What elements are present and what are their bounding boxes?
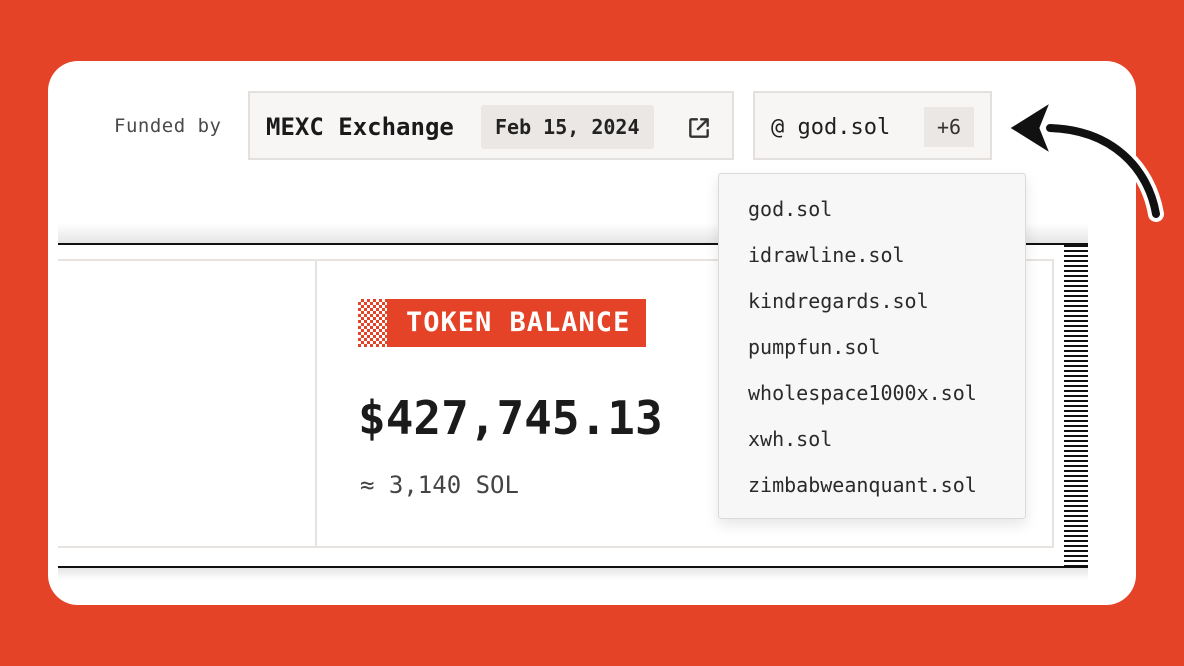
domain-selector[interactable]: @ god.sol +6	[753, 91, 992, 160]
curved-arrow-icon	[1003, 95, 1164, 222]
checker-pattern	[358, 299, 387, 347]
domain-option[interactable]: zimbabweanquant.sol	[719, 472, 1025, 518]
token-balance-value: $427,745.13	[358, 391, 663, 445]
domain-option[interactable]: idrawline.sol	[719, 242, 1025, 288]
domain-list: god.sol idrawline.sol kindregards.sol pu…	[719, 174, 1025, 518]
domain-option[interactable]: pumpfun.sol	[719, 334, 1025, 380]
token-balance-label: TOKEN BALANCE	[387, 299, 647, 347]
funding-date-badge: Feb 15, 2024	[481, 105, 654, 149]
domain-dropdown: god.sol idrawline.sol kindregards.sol pu…	[718, 173, 1026, 519]
domain-option[interactable]: xwh.sol	[719, 426, 1025, 472]
primary-domain: @ god.sol	[771, 115, 891, 140]
funded-by-label: Funded by	[114, 115, 222, 137]
striped-edge	[1064, 245, 1088, 566]
external-link-icon[interactable]	[686, 115, 712, 141]
profile-card: Funded by MEXC Exchange Feb 15, 2024 @ g…	[48, 61, 1136, 605]
token-balance-badge: TOKEN BALANCE	[358, 299, 647, 347]
stat-divider	[315, 261, 317, 546]
funder-name: MEXC Exchange	[266, 113, 454, 141]
domain-option[interactable]: kindregards.sol	[719, 288, 1025, 334]
token-balance-sol: ≈ 3,140 SOL	[360, 471, 519, 499]
card-bottom-shadow	[58, 566, 1088, 580]
more-domains-badge[interactable]: +6	[924, 107, 974, 147]
domain-option[interactable]: god.sol	[719, 196, 1025, 242]
domain-option[interactable]: wholespace1000x.sol	[719, 380, 1025, 426]
funder-chip[interactable]: MEXC Exchange Feb 15, 2024	[248, 91, 734, 160]
